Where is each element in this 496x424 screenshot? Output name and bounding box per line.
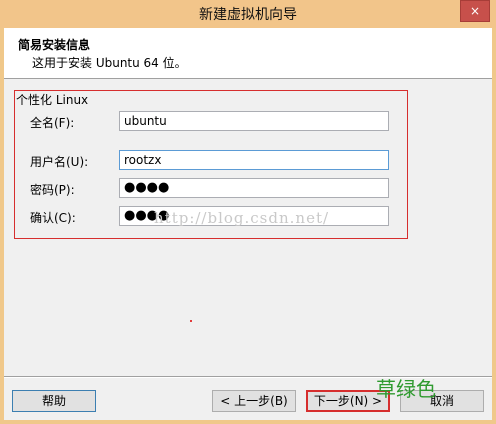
group-label: 个性化 Linux	[16, 91, 89, 108]
wizard-window: 新建虚拟机向导 × 简易安装信息 这用于安装 Ubuntu 64 位。 个性化 …	[0, 0, 496, 424]
title-bar: 新建虚拟机向导 ×	[0, 0, 496, 28]
password-input[interactable]: ●●●●	[119, 178, 389, 198]
client-area: 简易安装信息 这用于安装 Ubuntu 64 位。 个性化 Linux 全名(F…	[4, 28, 492, 420]
watermark-text: http://blog.csdn.net/	[154, 209, 330, 227]
header-subtitle: 这用于安装 Ubuntu 64 位。	[32, 56, 187, 70]
password-label: 密码(P):	[30, 183, 75, 197]
username-label: 用户名(U):	[30, 155, 89, 169]
header-title: 简易安装信息	[18, 38, 91, 52]
window-title: 新建虚拟机向导	[199, 7, 297, 23]
close-button[interactable]: ×	[460, 0, 490, 22]
red-dot	[190, 320, 192, 322]
fullname-input[interactable]: ubuntu	[119, 111, 389, 131]
overlay-text: 草绿色	[376, 377, 436, 401]
wizard-header: 简易安装信息 这用于安装 Ubuntu 64 位。	[4, 28, 492, 79]
fullname-label: 全名(F):	[30, 116, 75, 130]
back-button[interactable]: < 上一步(B)	[212, 390, 296, 412]
confirm-password-label: 确认(C):	[30, 211, 76, 225]
help-button[interactable]: 帮助	[12, 390, 96, 412]
username-input[interactable]: rootzx	[119, 150, 389, 170]
